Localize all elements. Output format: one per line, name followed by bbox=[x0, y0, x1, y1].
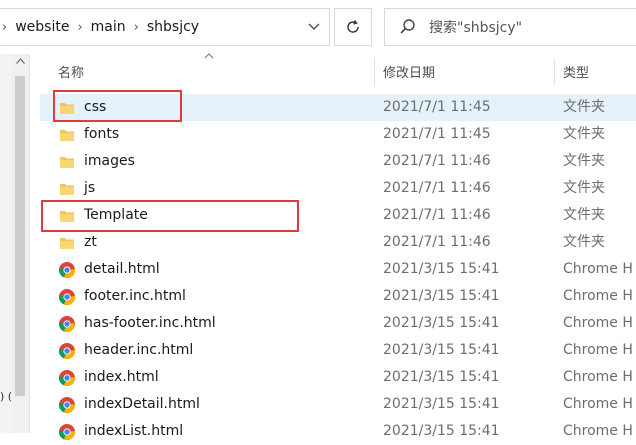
file-type: 文件夹 bbox=[563, 153, 605, 169]
list-item[interactable]: js 2021/7/1 11:46 文件夹 bbox=[40, 175, 636, 202]
list-item[interactable]: index.html 2021/3/15 15:41 Chrome H bbox=[40, 364, 636, 391]
list-item[interactable]: footer.inc.html 2021/3/15 15:41 Chrome H bbox=[40, 283, 636, 310]
chrome-icon bbox=[58, 261, 76, 279]
column-divider[interactable] bbox=[554, 58, 555, 86]
list-item[interactable]: has-footer.inc.html 2021/3/15 15:41 Chro… bbox=[40, 310, 636, 337]
folder-icon bbox=[58, 234, 76, 252]
file-name: detail.html bbox=[84, 261, 160, 277]
file-type: Chrome H bbox=[563, 396, 633, 412]
breadcrumb-shbsjcy[interactable]: shbsjcy bbox=[145, 19, 201, 35]
scroll-up-icon[interactable] bbox=[16, 58, 25, 64]
navigation-pane-fragment: ) ( bbox=[0, 390, 13, 403]
refresh-icon bbox=[347, 20, 359, 33]
search-icon bbox=[400, 19, 415, 34]
column-header-modified[interactable]: 修改日期 bbox=[383, 54, 435, 88]
file-name: header.inc.html bbox=[84, 342, 194, 358]
file-type: Chrome H bbox=[563, 369, 633, 385]
search-box[interactable]: 搜索"shbsjcy" bbox=[384, 8, 636, 46]
chevron-right-icon[interactable]: › bbox=[71, 20, 88, 35]
column-header-name[interactable]: 名称 bbox=[58, 54, 84, 88]
file-name: indexList.html bbox=[84, 423, 184, 439]
file-name: js bbox=[84, 180, 96, 196]
file-type: Chrome H bbox=[563, 423, 633, 439]
list-item[interactable]: detail.html 2021/3/15 15:41 Chrome H bbox=[40, 256, 636, 283]
highlight-box-css bbox=[53, 90, 182, 122]
breadcrumb-main[interactable]: main bbox=[89, 19, 128, 35]
chrome-icon bbox=[58, 315, 76, 333]
file-date: 2021/7/1 11:45 bbox=[383, 99, 491, 115]
file-name: has-footer.inc.html bbox=[84, 315, 216, 331]
chrome-icon bbox=[58, 423, 76, 441]
chevron-right-icon[interactable]: › bbox=[0, 20, 13, 35]
file-type: 文件夹 bbox=[563, 234, 605, 250]
list-item[interactable]: fonts 2021/7/1 11:45 文件夹 bbox=[40, 121, 636, 148]
chrome-icon bbox=[58, 396, 76, 414]
search-placeholder: 搜索"shbsjcy" bbox=[429, 20, 523, 36]
navigation-pane bbox=[0, 54, 12, 433]
file-date: 2021/3/15 15:41 bbox=[383, 261, 500, 277]
column-divider[interactable] bbox=[374, 58, 375, 86]
column-header-row: 名称 修改日期 类型 bbox=[40, 51, 636, 88]
file-type: Chrome H bbox=[563, 288, 633, 304]
list-item[interactable]: indexList.html 2021/3/15 15:41 Chrome H bbox=[40, 418, 636, 445]
file-date: 2021/7/1 11:46 bbox=[383, 180, 491, 196]
column-header-type[interactable]: 类型 bbox=[563, 54, 589, 88]
chrome-icon bbox=[58, 288, 76, 306]
file-type: Chrome H bbox=[563, 342, 633, 358]
file-name: footer.inc.html bbox=[84, 288, 186, 304]
file-name: zt bbox=[84, 234, 97, 250]
file-date: 2021/3/15 15:41 bbox=[383, 288, 500, 304]
file-type: 文件夹 bbox=[563, 180, 605, 196]
sort-up-icon bbox=[204, 51, 214, 62]
file-date: 2021/3/15 15:41 bbox=[383, 396, 500, 412]
list-item[interactable]: header.inc.html 2021/3/15 15:41 Chrome H bbox=[40, 337, 636, 364]
file-name: fonts bbox=[84, 126, 120, 142]
folder-icon bbox=[58, 126, 76, 144]
file-name: indexDetail.html bbox=[84, 396, 200, 412]
chevron-down-icon[interactable] bbox=[299, 9, 329, 45]
file-date: 2021/7/1 11:45 bbox=[383, 126, 491, 142]
list-item[interactable]: indexDetail.html 2021/3/15 15:41 Chrome … bbox=[40, 391, 636, 418]
file-date: 2021/7/1 11:46 bbox=[383, 234, 491, 250]
file-name: images bbox=[84, 153, 135, 169]
file-date: 2021/3/15 15:41 bbox=[383, 423, 500, 439]
file-type: Chrome H bbox=[563, 315, 633, 331]
file-date: 2021/3/15 15:41 bbox=[383, 369, 500, 385]
file-type: 文件夹 bbox=[563, 207, 605, 223]
file-name: index.html bbox=[84, 369, 159, 385]
file-date: 2021/7/1 11:46 bbox=[383, 153, 491, 169]
file-list: css 2021/7/1 11:45 文件夹 fonts 2021/7/1 11… bbox=[40, 94, 636, 445]
chevron-right-icon[interactable]: › bbox=[128, 20, 145, 35]
scrollbar-thumb[interactable] bbox=[15, 76, 25, 396]
breadcrumb-website[interactable]: website bbox=[13, 19, 71, 35]
file-type: 文件夹 bbox=[563, 126, 605, 142]
folder-icon bbox=[58, 180, 76, 198]
highlight-box-template bbox=[41, 200, 299, 232]
list-item[interactable]: images 2021/7/1 11:46 文件夹 bbox=[40, 148, 636, 175]
file-date: 2021/3/15 15:41 bbox=[383, 315, 500, 331]
chrome-icon bbox=[58, 369, 76, 387]
file-date: 2021/7/1 11:46 bbox=[383, 207, 491, 223]
folder-icon bbox=[58, 153, 76, 171]
file-type: 文件夹 bbox=[563, 99, 605, 115]
refresh-button[interactable] bbox=[334, 8, 372, 46]
navigation-scrollbar[interactable] bbox=[12, 54, 30, 433]
chrome-icon bbox=[58, 342, 76, 360]
file-type: Chrome H bbox=[563, 261, 633, 277]
list-item[interactable]: zt 2021/7/1 11:46 文件夹 bbox=[40, 229, 636, 256]
file-date: 2021/3/15 15:41 bbox=[383, 342, 500, 358]
address-bar[interactable]: › website › main › shbsjcy bbox=[0, 8, 330, 46]
